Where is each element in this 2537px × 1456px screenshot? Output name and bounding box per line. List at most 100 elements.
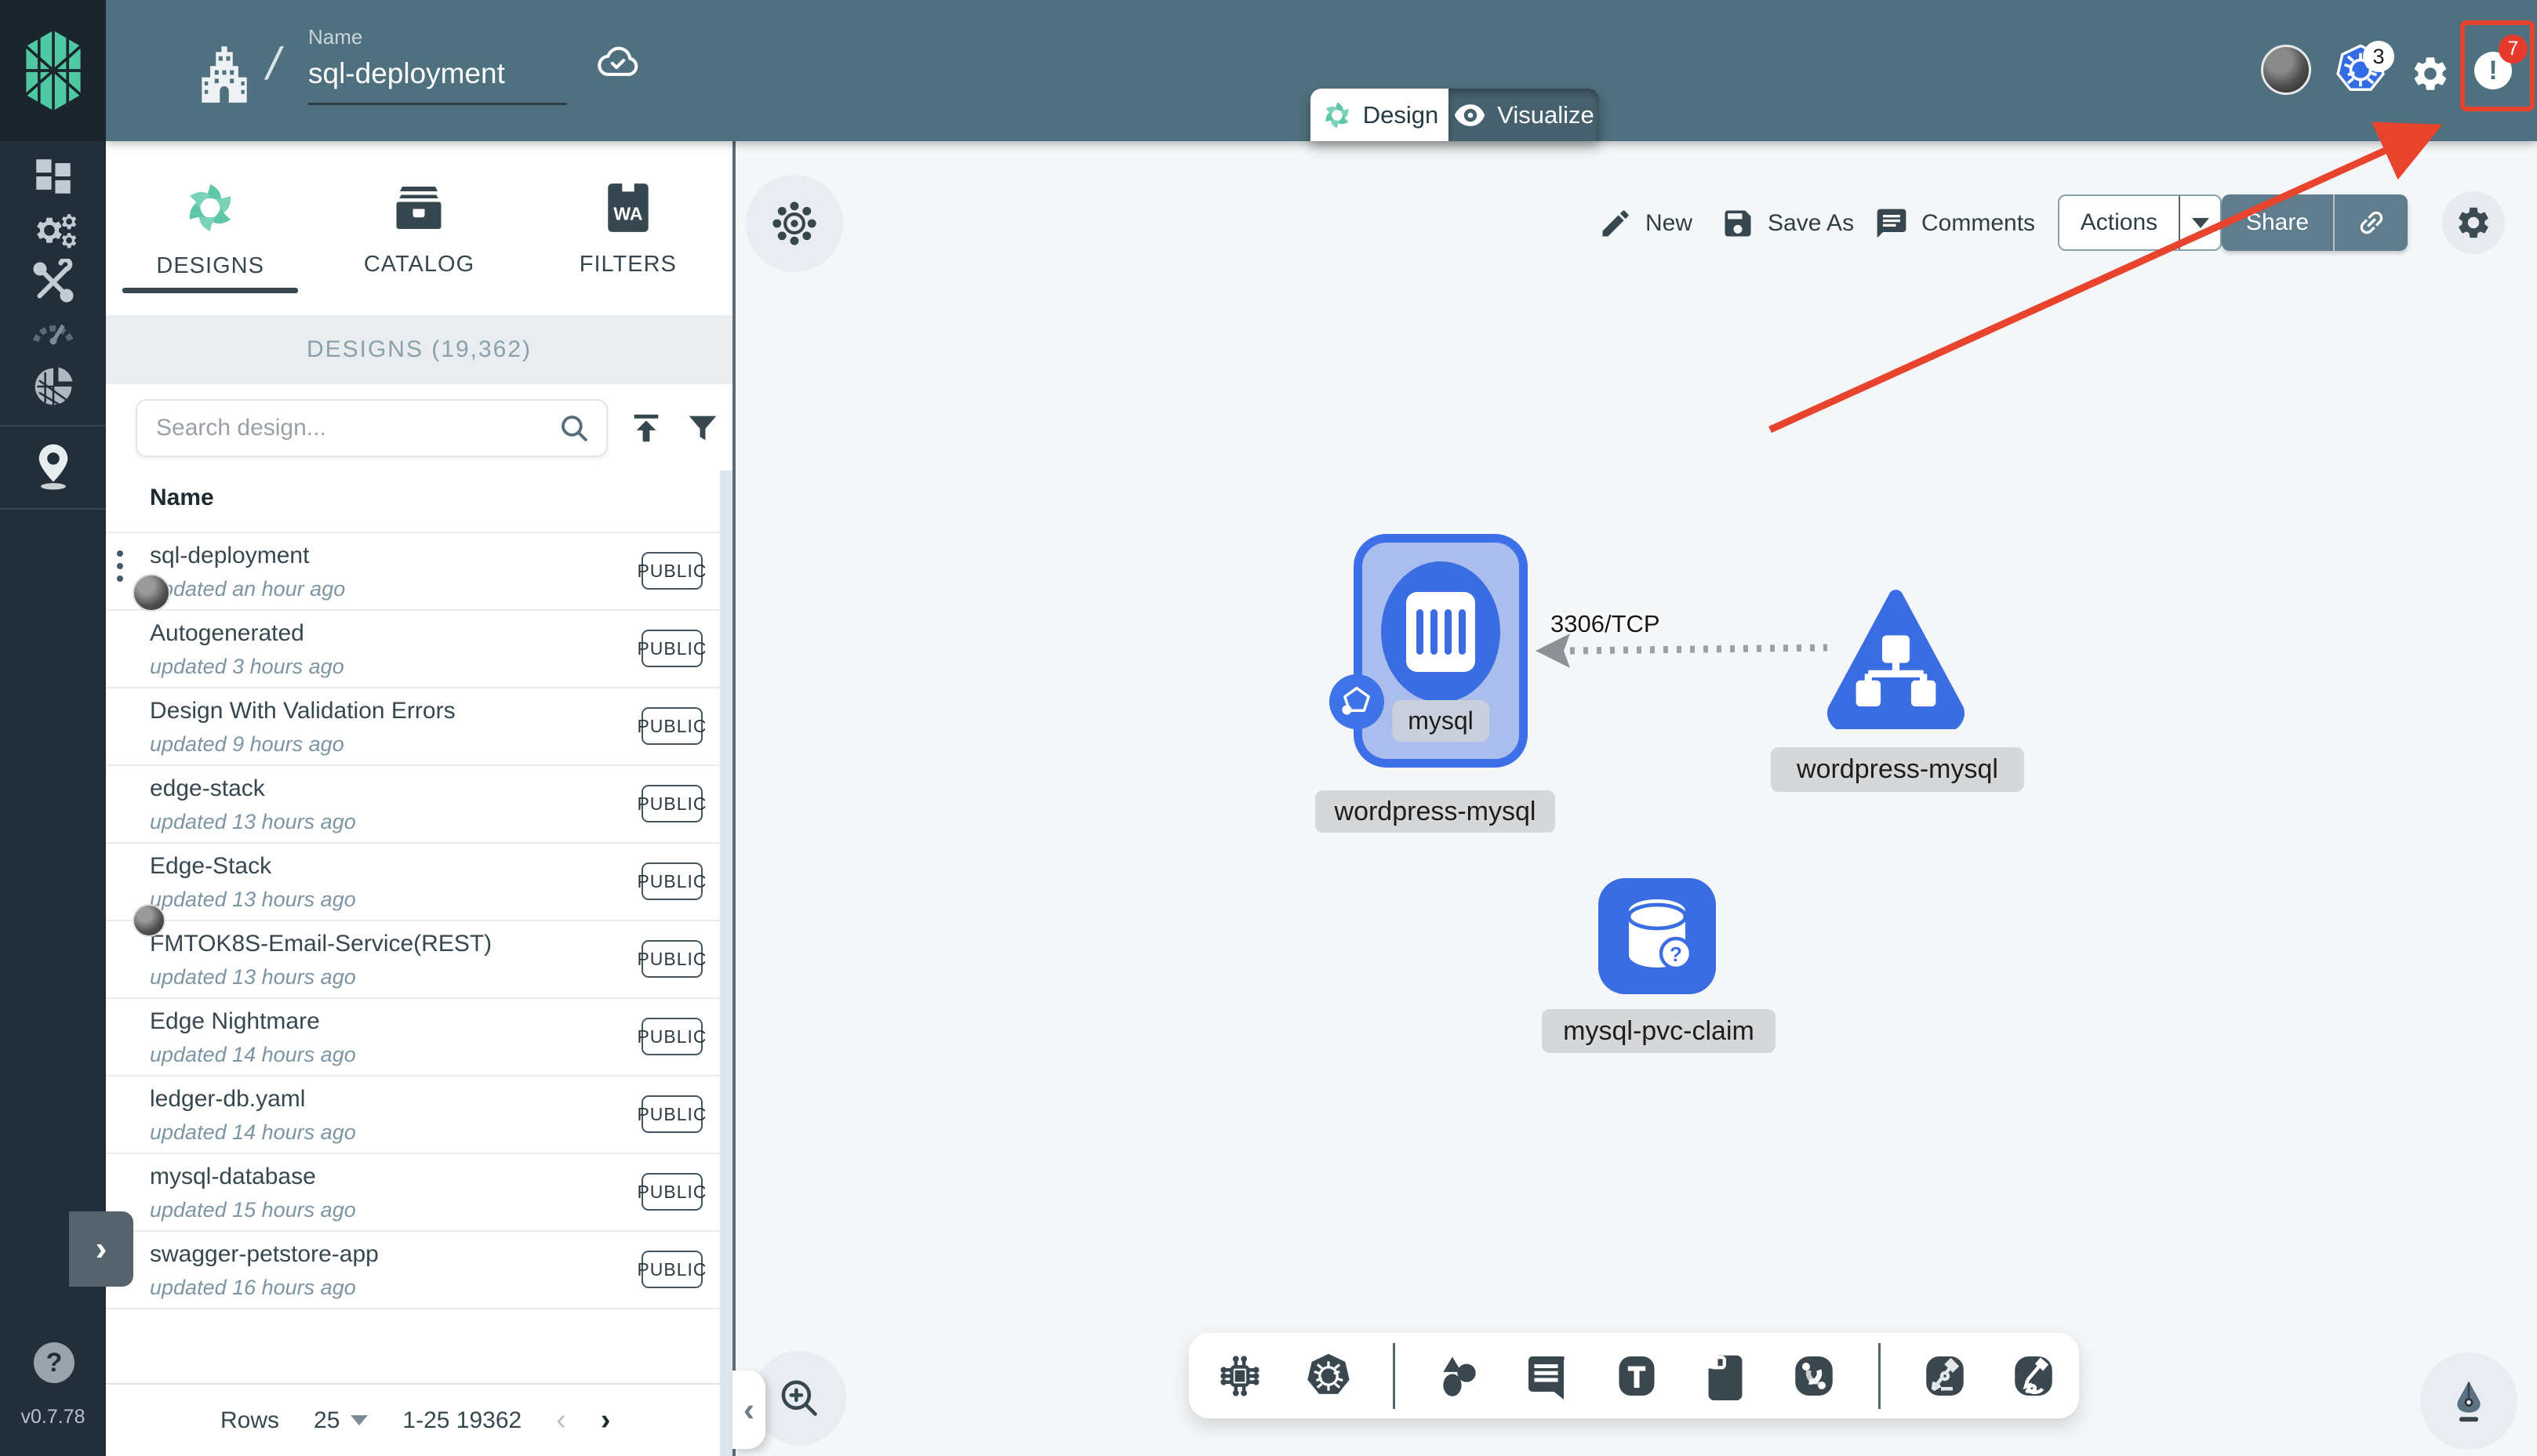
chevron-down-icon (351, 1415, 369, 1425)
shapes-icon[interactable] (1434, 1350, 1485, 1402)
tab-design-label: Design (1362, 100, 1439, 129)
page-size-select[interactable]: 25 (314, 1407, 369, 1434)
pagination-bar: Rows 25 1-25 19362 ‹ › (106, 1383, 720, 1456)
design-name[interactable]: mysql-database (150, 1164, 316, 1190)
visualize-eye-icon (1455, 103, 1485, 126)
kubernetes-context-badge[interactable]: 3 (2363, 41, 2394, 72)
design-name[interactable]: edge-stack (150, 775, 265, 802)
actions-dropdown-toggle[interactable] (2179, 196, 2220, 249)
design-row[interactable]: Edge-Stack updated 13 hours ago PUBLIC (106, 844, 732, 937)
sidebar-item-dashboard[interactable] (0, 154, 106, 199)
app-version: v0.7.78 (20, 1406, 85, 1428)
search-input[interactable] (156, 415, 558, 441)
panel-collapse-toggle[interactable]: ‹ (732, 1371, 765, 1449)
notes-tool-icon[interactable] (1699, 1350, 1751, 1402)
active-tab-underline (122, 288, 298, 293)
previous-page-button[interactable]: ‹ (556, 1403, 566, 1437)
design-row[interactable]: Autogenerated updated 3 hours ago PUBLIC (106, 611, 732, 688)
meshery-logo[interactable] (0, 0, 106, 141)
tab-catalog[interactable]: CATALOG (314, 141, 523, 315)
sidebar-item-kanvas[interactable] (0, 441, 106, 491)
filter-icon[interactable] (685, 410, 721, 446)
design-name[interactable]: Design With Validation Errors (150, 698, 456, 724)
tab-designs-label: DESIGNS (156, 252, 264, 278)
zoom-in-button[interactable] (752, 1351, 846, 1445)
node-label-wordpress-mysql[interactable]: wordpress-mysql (1771, 747, 2024, 792)
design-name-value[interactable]: sql-deployment (308, 57, 567, 90)
tab-filters-label: FILTERS (579, 251, 677, 277)
save-icon (1725, 210, 1751, 237)
next-page-button[interactable]: › (601, 1403, 611, 1437)
design-row[interactable]: mysql-database updated 15 hours ago PUBL… (106, 1154, 732, 1232)
breadcrumb: Name sql-deployment (308, 25, 567, 105)
actions-split-button[interactable]: Actions (2058, 194, 2222, 251)
sidebar-item-configuration[interactable] (0, 259, 106, 306)
design-name[interactable]: FMTOK8S-Email-Service(REST) (150, 931, 492, 957)
design-name[interactable]: Edge-Stack (150, 853, 271, 880)
design-row[interactable]: swagger-petstore-app updated 16 hours ag… (106, 1232, 732, 1309)
design-row[interactable]: Design With Validation Errors updated 9 … (106, 688, 732, 766)
filters-icon: WA (608, 183, 649, 232)
drawing-mode-button[interactable] (2420, 1353, 2517, 1450)
design-name[interactable]: sql-deployment (150, 543, 309, 569)
dock-divider (1878, 1342, 1881, 1409)
share-button[interactable]: Share (2222, 194, 2333, 251)
components-icon[interactable] (1214, 1350, 1266, 1402)
rail-expand-toggle[interactable]: › (69, 1211, 133, 1287)
node-wordpress-mysql-service[interactable] (1823, 588, 1968, 729)
design-name[interactable]: Edge Nightmare (150, 1008, 320, 1035)
table-column-header: Name (150, 485, 214, 510)
design-row[interactable]: ledger-db.yaml updated 14 hours ago PUBL… (106, 1077, 732, 1154)
canvas-settings-button[interactable] (2442, 191, 2505, 254)
designs-tab-icon (190, 183, 231, 231)
design-name[interactable]: Autogenerated (150, 620, 304, 647)
cloud-sync-icon[interactable] (594, 41, 642, 80)
sidebar-item-lifecycle[interactable] (0, 205, 106, 256)
text-tool-icon[interactable] (1611, 1350, 1663, 1402)
tab-visualize[interactable]: Visualize (1448, 89, 1599, 141)
help-button[interactable]: ? (34, 1342, 75, 1383)
link-tool-icon[interactable] (1788, 1350, 1840, 1402)
tab-designs[interactable]: DESIGNS (106, 141, 314, 315)
organization-icon[interactable] (191, 41, 258, 108)
share-split-button[interactable]: Share (2222, 194, 2408, 251)
design-row[interactable]: Edge Nightmare updated 14 hours ago PUBL… (106, 999, 732, 1077)
pen-tool-icon[interactable] (1919, 1350, 1971, 1402)
settings-icon[interactable] (2410, 53, 2451, 94)
row-menu-icon[interactable] (117, 550, 125, 582)
design-row[interactable]: edge-stack updated 13 hours ago PUBLIC (106, 766, 732, 844)
design-row[interactable]: FMTOK8S-Email-Service(REST) updated 13 h… (106, 921, 732, 999)
sidebar-item-extensions[interactable] (0, 362, 106, 411)
design-name[interactable]: ledger-db.yaml (150, 1086, 305, 1113)
new-button[interactable]: New (1598, 200, 1692, 247)
edge-mysql-service[interactable] (1529, 627, 1835, 674)
freehand-draw-icon[interactable] (2008, 1350, 2059, 1402)
tab-design[interactable]: Design (1310, 89, 1448, 141)
kubernetes-icon[interactable] (1303, 1350, 1354, 1402)
search-box[interactable] (136, 399, 608, 457)
node-mysql-pvc-claim[interactable]: ? (1598, 878, 1716, 994)
search-icon[interactable] (558, 412, 591, 445)
panel-scrollbar[interactable] (720, 470, 732, 1456)
comments-button[interactable]: Comments (1874, 200, 2035, 247)
canvas-cluster-button[interactable] (746, 175, 843, 272)
actions-button[interactable]: Actions (2059, 196, 2179, 249)
copy-link-button[interactable] (2333, 194, 2408, 251)
node-label-mysql-pvc-claim[interactable]: mysql-pvc-claim (1542, 1009, 1776, 1053)
speedometer-icon (32, 324, 74, 345)
node-label-wordpress-mysql[interactable]: wordpress-mysql (1315, 790, 1555, 833)
design-canvas[interactable]: New Save As Comments Actions Share mysql… (739, 141, 2537, 1456)
save-as-button[interactable]: Save As (1721, 200, 1854, 247)
catalog-icon (396, 186, 442, 229)
upload-design-icon[interactable] (628, 410, 664, 446)
new-label: New (1645, 210, 1693, 236)
tab-filters[interactable]: WA FILTERS (524, 141, 732, 315)
visibility-badge: PUBLIC (637, 707, 707, 745)
comment-tool-icon[interactable] (1522, 1350, 1574, 1402)
sidebar-item-performance[interactable] (0, 312, 106, 347)
node-mysql-deployment[interactable]: mysql (1329, 534, 1528, 768)
design-row[interactable]: sql-deployment updated an hour ago PUBLI… (106, 533, 732, 612)
user-avatar[interactable] (2261, 45, 2311, 95)
design-updated: updated 13 hours ago (150, 965, 356, 989)
design-name[interactable]: swagger-petstore-app (150, 1241, 379, 1268)
